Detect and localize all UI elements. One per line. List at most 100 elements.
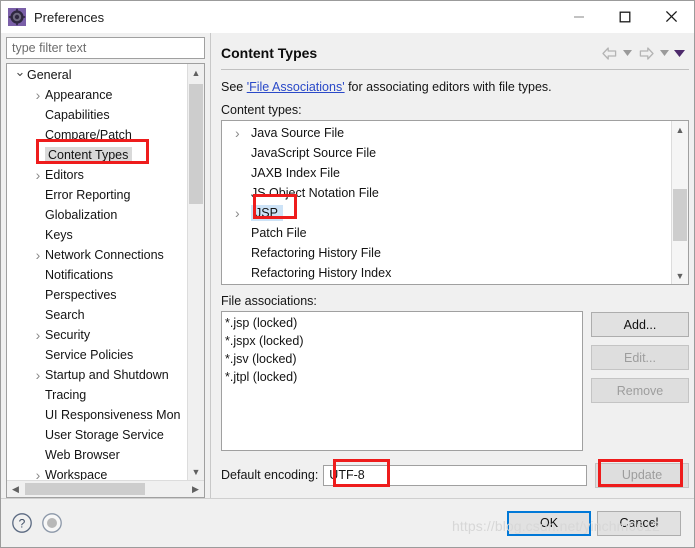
scroll-left-arrow-icon[interactable]: ◀ <box>7 484 24 495</box>
file-associations-row: *.jsp (locked) *.jspx (locked) *.jsv (lock… <box>221 311 689 451</box>
file-association-item[interactable]: *.jspx (locked) <box>225 332 582 350</box>
content-type-item[interactable]: Patch File <box>222 223 671 243</box>
content-type-label: JS Object Notation File <box>251 186 379 200</box>
sidebar-item-notifications[interactable]: Notifications <box>7 265 187 285</box>
back-history-caret-down-icon[interactable] <box>621 43 634 63</box>
sidebar-item-network-connections[interactable]: › Network Connections <box>7 245 187 265</box>
minimize-button[interactable] <box>556 1 602 32</box>
file-associations-link[interactable]: 'File Associations' <box>247 80 345 94</box>
content-type-item[interactable]: Refactoring History Index <box>222 263 671 283</box>
window-title: Preferences <box>34 9 105 25</box>
chevron-right-icon[interactable]: › <box>31 247 45 263</box>
sidebar-item-web-browser[interactable]: Web Browser <box>7 445 187 465</box>
file-association-item[interactable]: *.jsp (locked) <box>225 314 582 332</box>
title-bar: Preferences <box>1 1 694 33</box>
sidebar-item-service-policies[interactable]: Service Policies <box>7 345 187 365</box>
ok-button[interactable]: OK <box>507 510 591 536</box>
content-type-item[interactable]: › Java Source File <box>222 123 671 143</box>
chevron-right-icon[interactable]: › <box>235 205 251 221</box>
sidebar-item-compare-patch[interactable]: Compare/Patch <box>7 125 187 145</box>
sidebar-item-tracing[interactable]: Tracing <box>7 385 187 405</box>
sidebar-hscroll-thumb[interactable] <box>25 483 145 495</box>
sidebar-item-keys[interactable]: Keys <box>7 225 187 245</box>
sidebar-item-label: Globalization <box>45 208 118 222</box>
filter-input[interactable]: type filter text <box>6 37 205 59</box>
sidebar-item-label: Capabilities <box>45 108 110 122</box>
sidebar-item-label: Appearance <box>45 88 113 102</box>
sidebar-item-user-storage-service[interactable]: User Storage Service <box>7 425 187 445</box>
file-associations-list[interactable]: *.jsp (locked) *.jspx (locked) *.jsv (lock… <box>221 311 583 451</box>
sidebar-item-capabilities[interactable]: Capabilities <box>7 105 187 125</box>
chevron-right-icon[interactable]: › <box>31 167 45 183</box>
sidebar-item-security[interactable]: › Security <box>7 325 187 345</box>
chevron-right-icon[interactable]: › <box>235 125 251 141</box>
sidebar-item-startup-and-shutdown[interactable]: › Startup and Shutdown <box>7 365 187 385</box>
scroll-up-arrow-icon[interactable]: ▲ <box>188 64 204 81</box>
sidebar-item-perspectives[interactable]: Perspectives <box>7 285 187 305</box>
sidebar-scroll-thumb[interactable] <box>189 84 203 204</box>
dialog-body: type filter text ⌄ General › Appearance Capa… <box>1 33 694 498</box>
sidebar-item-label: Error Reporting <box>45 188 131 202</box>
default-encoding-input[interactable]: UTF-8 <box>323 464 587 486</box>
sidebar-item-error-reporting[interactable]: Error Reporting <box>7 185 187 205</box>
back-arrow-icon[interactable] <box>599 43 619 63</box>
preferences-tree-list: ⌄ General › Appearance Capabilities Compare/P… <box>7 64 187 480</box>
sidebar-item-workspace[interactable]: › Workspace <box>7 465 187 480</box>
ct-scroll-up-arrow-icon[interactable]: ▲ <box>672 121 688 138</box>
footer-buttons: OK Cancel <box>507 510 681 536</box>
sidebar-item-content-types[interactable]: Content Types <box>7 145 187 165</box>
update-button[interactable]: Update <box>595 462 689 488</box>
file-association-item[interactable]: *.jtpl (locked) <box>225 368 582 386</box>
ct-scroll-down-arrow-icon[interactable]: ▼ <box>672 267 688 284</box>
content-types-vertical-scrollbar[interactable]: ▲ ▼ <box>671 121 688 284</box>
maximize-button[interactable] <box>602 1 648 32</box>
scroll-down-arrow-icon[interactable]: ▼ <box>188 463 204 480</box>
sidebar-item-editors[interactable]: › Editors <box>7 165 187 185</box>
forward-arrow-icon[interactable] <box>636 43 656 63</box>
sidebar-item-globalization[interactable]: Globalization <box>7 205 187 225</box>
circle-button-icon[interactable] <box>41 512 63 534</box>
chevron-down-icon[interactable]: ⌄ <box>13 64 27 80</box>
scroll-right-arrow-icon[interactable]: ▶ <box>187 481 204 497</box>
close-button[interactable] <box>648 1 694 32</box>
ct-scroll-thumb[interactable] <box>673 189 687 241</box>
sidebar-item-label: Notifications <box>45 268 114 282</box>
sidebar-item-label: User Storage Service <box>45 428 164 442</box>
sidebar-item-label: Tracing <box>45 388 87 402</box>
content-type-item[interactable]: › JSP <box>222 203 671 223</box>
add-button[interactable]: Add... <box>591 312 689 337</box>
edit-button[interactable]: Edit... <box>591 345 689 370</box>
footer-icons: ? <box>11 512 63 534</box>
chevron-right-icon[interactable]: › <box>31 87 45 103</box>
help-question-icon[interactable]: ? <box>11 512 33 534</box>
sidebar-item-label: Workspace <box>45 468 108 480</box>
sidebar-item-label: Search <box>45 308 85 322</box>
sidebar-item-general[interactable]: ⌄ General <box>7 64 187 85</box>
file-association-item[interactable]: *.jsv (locked) <box>225 350 582 368</box>
remove-button[interactable]: Remove <box>591 378 689 403</box>
content-type-item[interactable]: JAXB Index File <box>222 163 671 183</box>
view-menu-caret-down-icon[interactable] <box>673 43 686 63</box>
sidebar-item-label: Keys <box>45 228 73 242</box>
content-types-label: Content types: <box>221 103 302 117</box>
content-type-item[interactable]: JavaScript Source File <box>222 143 671 163</box>
sidebar-item-search[interactable]: Search <box>7 305 187 325</box>
page-title: Content Types <box>221 45 318 61</box>
content-types-items: › Java Source File JavaScript Source File J… <box>222 123 671 284</box>
forward-history-caret-down-icon[interactable] <box>658 43 671 63</box>
chevron-right-icon[interactable]: › <box>31 327 45 343</box>
chevron-right-icon[interactable]: › <box>31 467 45 480</box>
sidebar-item-ui-responsiveness-mon[interactable]: UI Responsiveness Mon <box>7 405 187 425</box>
chevron-right-icon[interactable]: › <box>31 367 45 383</box>
sidebar-item-label: Compare/Patch <box>45 128 132 142</box>
content-type-item[interactable]: JS Object Notation File <box>222 183 671 203</box>
page-description: See 'File Associations' for associating … <box>221 80 689 94</box>
sidebar-item-appearance[interactable]: › Appearance <box>7 85 187 105</box>
content-type-label: JAXB Index File <box>251 166 340 180</box>
cancel-button[interactable]: Cancel <box>597 510 681 536</box>
content-type-item[interactable]: Refactoring History File <box>222 243 671 263</box>
sidebar-vertical-scrollbar[interactable]: ▲ ▼ <box>187 64 204 480</box>
sidebar-item-label: General <box>27 68 72 82</box>
sidebar-horizontal-scrollbar[interactable]: ◀ ▶ <box>7 480 204 497</box>
preferences-tree-viewport: ⌄ General › Appearance Capabilities Compare/P… <box>7 64 204 480</box>
